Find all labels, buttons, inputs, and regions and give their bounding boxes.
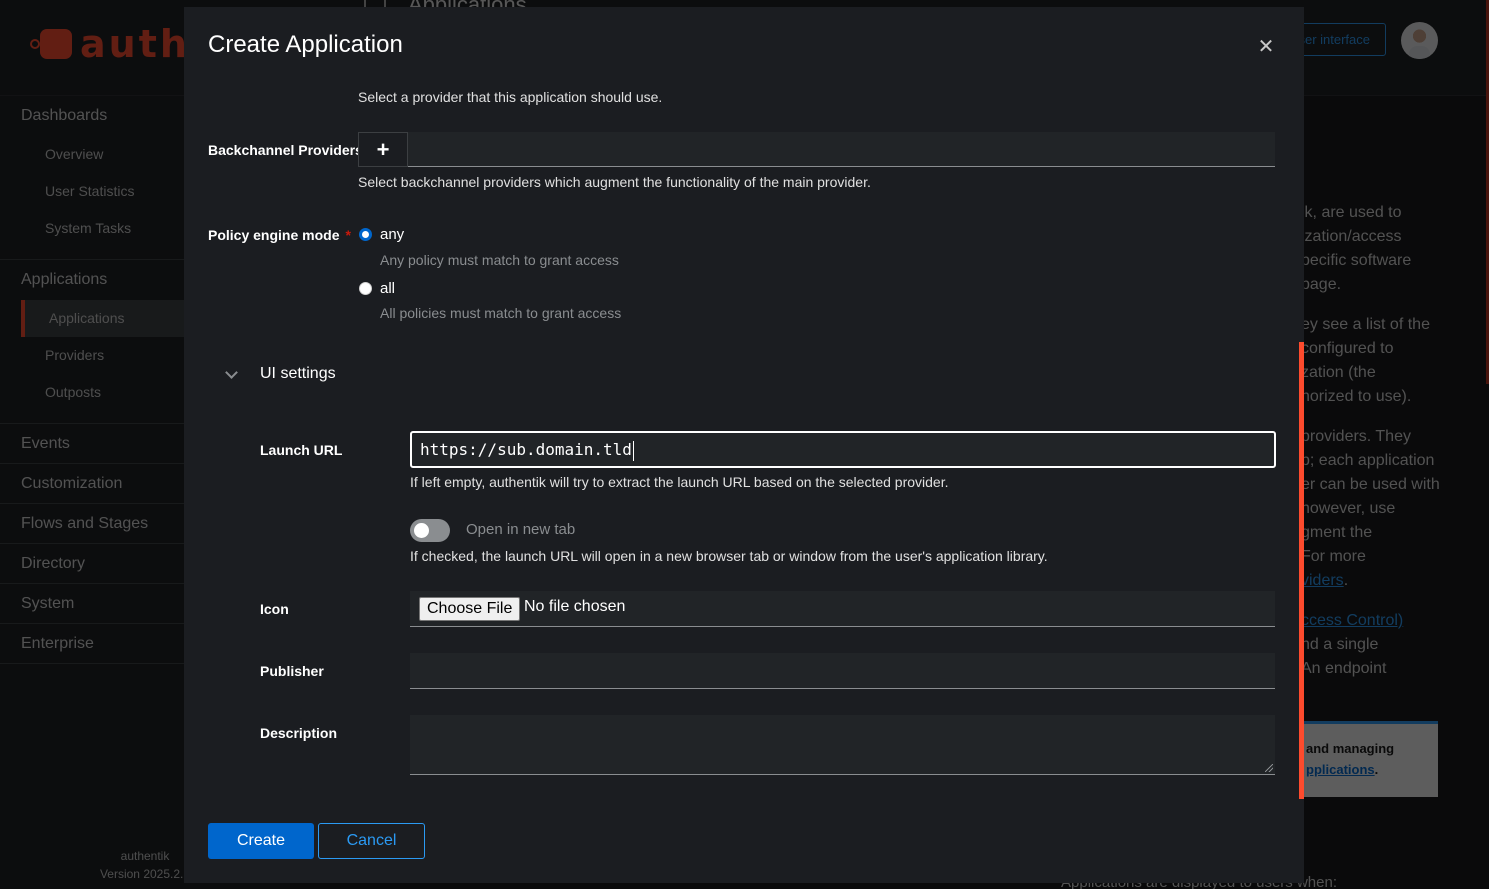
description-label: Description [260, 725, 338, 741]
cancel-button[interactable]: Cancel [318, 823, 425, 859]
required-indicator: * [345, 227, 351, 243]
launch-url-label: Launch URL [260, 442, 343, 458]
icon-label: Icon [260, 601, 289, 617]
choose-file-button[interactable]: Choose File [419, 597, 521, 621]
publisher-input[interactable] [410, 653, 1275, 689]
open-in-new-tab-toggle[interactable] [410, 519, 450, 542]
policy-engine-mode-label: Policy engine mode * [208, 227, 351, 243]
open-in-new-tab-label[interactable]: Open in new tab [466, 521, 575, 538]
backchannel-providers-field[interactable]: + [358, 132, 1275, 167]
app-root: authe User interface Applications Dashbo… [0, 0, 1489, 889]
radio-any[interactable] [359, 228, 372, 241]
radio-all[interactable] [359, 282, 372, 295]
plus-icon[interactable]: + [358, 132, 408, 167]
launch-url-value: https://sub.domain.tld [420, 440, 632, 459]
close-icon[interactable]: ✕ [1256, 37, 1276, 57]
modal-scrollbar[interactable] [1299, 342, 1304, 799]
policy-engine-mode-text: Policy engine mode [208, 227, 340, 243]
file-status: No file chosen [524, 598, 626, 615]
publisher-label: Publisher [260, 663, 324, 679]
ui-settings-label: UI settings [260, 365, 336, 382]
create-button[interactable]: Create [208, 823, 314, 859]
radio-any-label[interactable]: any [380, 226, 404, 243]
modal-title: Create Application [208, 31, 403, 58]
description-textarea[interactable] [410, 715, 1275, 775]
provider-helper-text: Select a provider that this application … [358, 89, 663, 105]
radio-all-label[interactable]: all [380, 280, 395, 297]
resize-handle-icon[interactable] [1265, 764, 1273, 772]
open-in-new-tab-helper: If checked, the launch URL will open in … [410, 548, 1048, 564]
launch-url-input[interactable]: https://sub.domain.tld [410, 431, 1276, 468]
radio-all-description: All policies must match to grant access [380, 305, 622, 321]
icon-file-input[interactable]: Choose File No file chosen [410, 591, 1275, 627]
radio-any-description: Any policy must match to grant access [380, 252, 619, 268]
ui-settings-toggle[interactable]: UI settings [224, 365, 336, 383]
backchannel-providers-label: Backchannel Providers [208, 142, 363, 158]
create-application-modal: Create Application ✕ Select a provider t… [184, 7, 1304, 883]
backchannel-helper-text: Select backchannel providers which augme… [358, 174, 871, 190]
text-caret [632, 440, 634, 461]
launch-url-helper: If left empty, authentik will try to ext… [410, 474, 949, 490]
chevron-down-icon [225, 365, 238, 379]
